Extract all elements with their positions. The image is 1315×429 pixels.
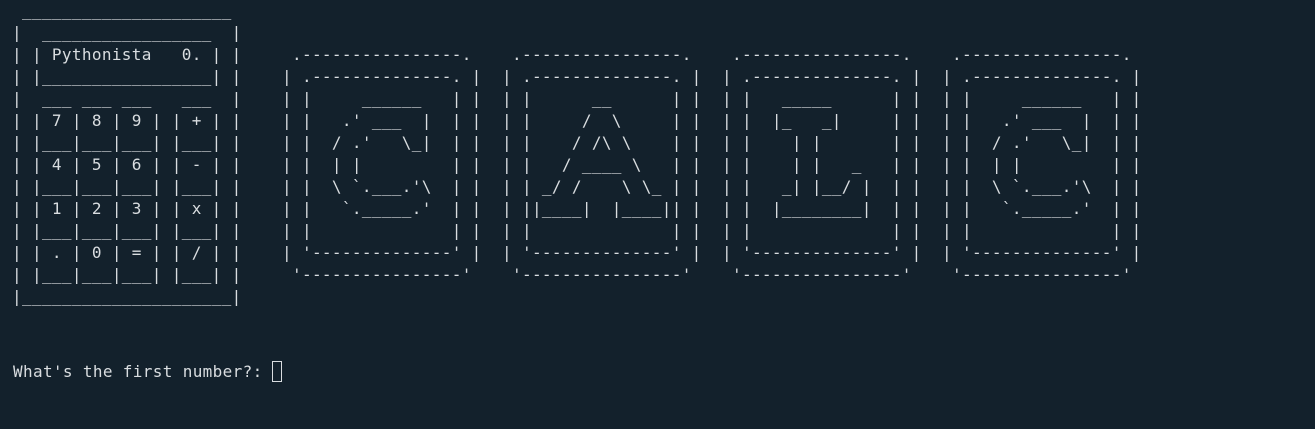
calculator-ascii-art: _____________________ | ________________… [12, 1, 242, 306]
input-prompt-line[interactable]: What's the first number?: [13, 359, 282, 383]
cursor-icon[interactable] [271, 360, 282, 382]
prompt-text: What's the first number?: [13, 361, 263, 381]
terminal-window: _____________________ | ________________… [0, 0, 1315, 429]
letter-a-ascii-art: .----------------. | .--------------. | … [502, 45, 702, 284]
letter-c-ascii-art-2: .----------------. | .--------------. | … [942, 45, 1142, 284]
letter-l-ascii-art: .----------------. | .--------------. | … [722, 45, 922, 284]
letter-c-ascii-art: .----------------. | .--------------. | … [282, 45, 482, 284]
